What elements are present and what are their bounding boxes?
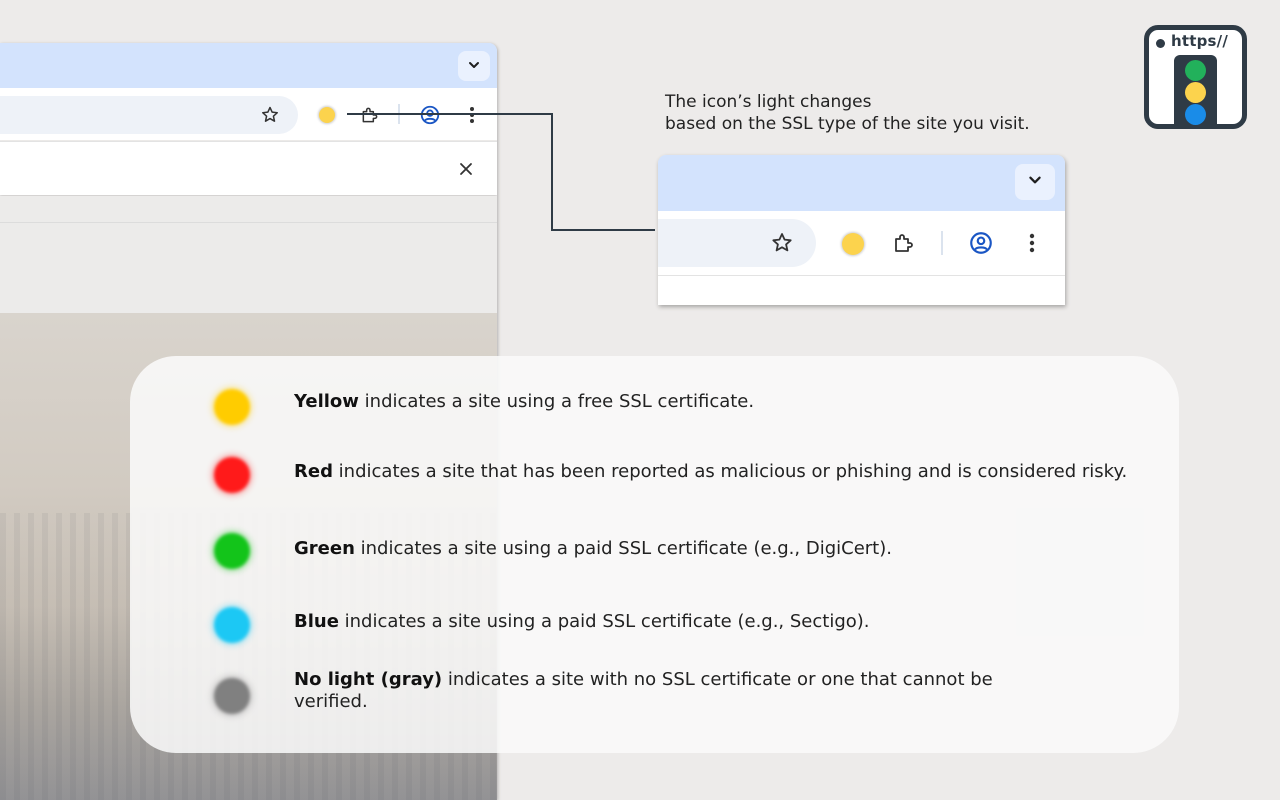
logo-light-yellow bbox=[1185, 82, 1206, 103]
logo-light-green bbox=[1185, 60, 1206, 81]
color-legend-panel: Yellow indicates a site using a free SSL… bbox=[130, 356, 1179, 753]
legend-label: No light (gray) bbox=[294, 669, 443, 690]
browser-toolbar-zoom bbox=[658, 155, 1065, 305]
logo-light-blue bbox=[1185, 104, 1206, 125]
legend-description: indicates a site using a paid SSL certif… bbox=[354, 538, 892, 559]
extensions-puzzle-icon[interactable] bbox=[890, 229, 918, 257]
browser-toolbar-zoom-bar bbox=[658, 211, 1065, 275]
legend-label: Red bbox=[294, 461, 333, 482]
gray-light-icon bbox=[214, 678, 250, 714]
green-light-icon bbox=[214, 533, 250, 569]
legend-label: Blue bbox=[294, 611, 339, 632]
logo-text: https// bbox=[1171, 32, 1229, 50]
tab-search-button-zoom[interactable] bbox=[1015, 164, 1055, 200]
toolbar-divider bbox=[941, 231, 943, 255]
legend-label: Yellow bbox=[294, 391, 359, 412]
yellow-light-icon bbox=[214, 389, 250, 425]
bookmark-star-icon[interactable] bbox=[768, 229, 796, 257]
blue-light-icon bbox=[214, 607, 250, 643]
legend-label: Green bbox=[294, 538, 355, 559]
tab-strip-zoom bbox=[658, 155, 1065, 211]
chevron-down-icon bbox=[1027, 172, 1043, 192]
caption-text: The icon’s light changes based on the SS… bbox=[665, 91, 1085, 135]
caption-line-1: The icon’s light changes bbox=[665, 92, 872, 112]
legend-description: indicates a site using a paid SSL certif… bbox=[338, 611, 870, 632]
ssl-traffic-light-extension-icon[interactable] bbox=[842, 233, 864, 255]
caption-line-2: based on the SSL type of the site you vi… bbox=[665, 114, 1030, 134]
legend-description: indicates a site using a free SSL certif… bbox=[358, 391, 755, 412]
more-menu-icon[interactable] bbox=[1022, 229, 1042, 257]
legend-description: indicates a site with no SSL certificate… bbox=[442, 669, 993, 690]
toolbar-bottom-strip bbox=[658, 275, 1065, 305]
legend-description-continued: verified. bbox=[294, 691, 368, 712]
red-light-icon bbox=[214, 457, 250, 493]
traffic-light-icon bbox=[1174, 55, 1217, 125]
https-traffic-light-logo: https// bbox=[1144, 25, 1247, 129]
profile-avatar-icon[interactable] bbox=[967, 229, 995, 257]
legend-description: indicates a site that has been reported … bbox=[332, 461, 1128, 482]
logo-dot bbox=[1156, 39, 1165, 48]
